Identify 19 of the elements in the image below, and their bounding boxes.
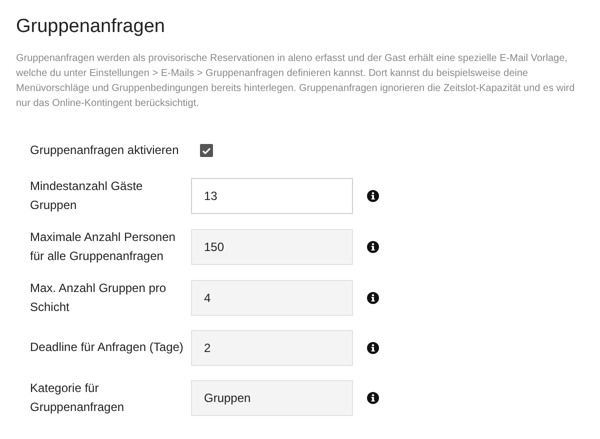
info-icon[interactable] [367,392,379,404]
input-field[interactable]: 4 [191,280,353,316]
field-label: Kategorie für Gruppenanfragen [30,380,126,416]
field-label: Maximale Anzahl Personen für alle Gruppenanfragen [30,228,176,265]
checkbox[interactable] [200,144,213,158]
field-label: Max. Anzahl Gruppen pro Schicht [30,280,168,316]
checkbox-label: Gruppenanfragen aktivieren [30,142,180,160]
input-field[interactable]: 150 [191,228,353,265]
field-label: Deadline für Anfragen (Tage) [30,339,184,356]
page-title: Gruppenanfragen [16,16,166,39]
input-field[interactable]: 2 [191,330,353,366]
input-field[interactable]: 13 [191,178,353,214]
input-field[interactable]: Gruppen [191,380,353,416]
info-icon[interactable] [367,240,379,253]
description-text: Gruppenanfragen werden als provisorische Reservationen in aleno erfasst und der Gast erhält eine spezielle E-Mail Vorlage, welche du unter Einstellungen > E-Mails > Gruppenanfragen definieren kannst. Dort kannst du beispielsweise deine Menüvorschläge und Gruppenbedingungen bereits hinterlegen. Gruppenanfragen ignorieren die Zeitslot-Kapazität und es wird nur das Online-Kontingent berücksichtigt. [16,52,576,111]
info-icon[interactable] [367,292,379,304]
info-icon[interactable] [367,190,379,202]
info-icon[interactable] [367,342,379,354]
field-label: Mindestanzahl Gäste Gruppen [30,178,144,214]
